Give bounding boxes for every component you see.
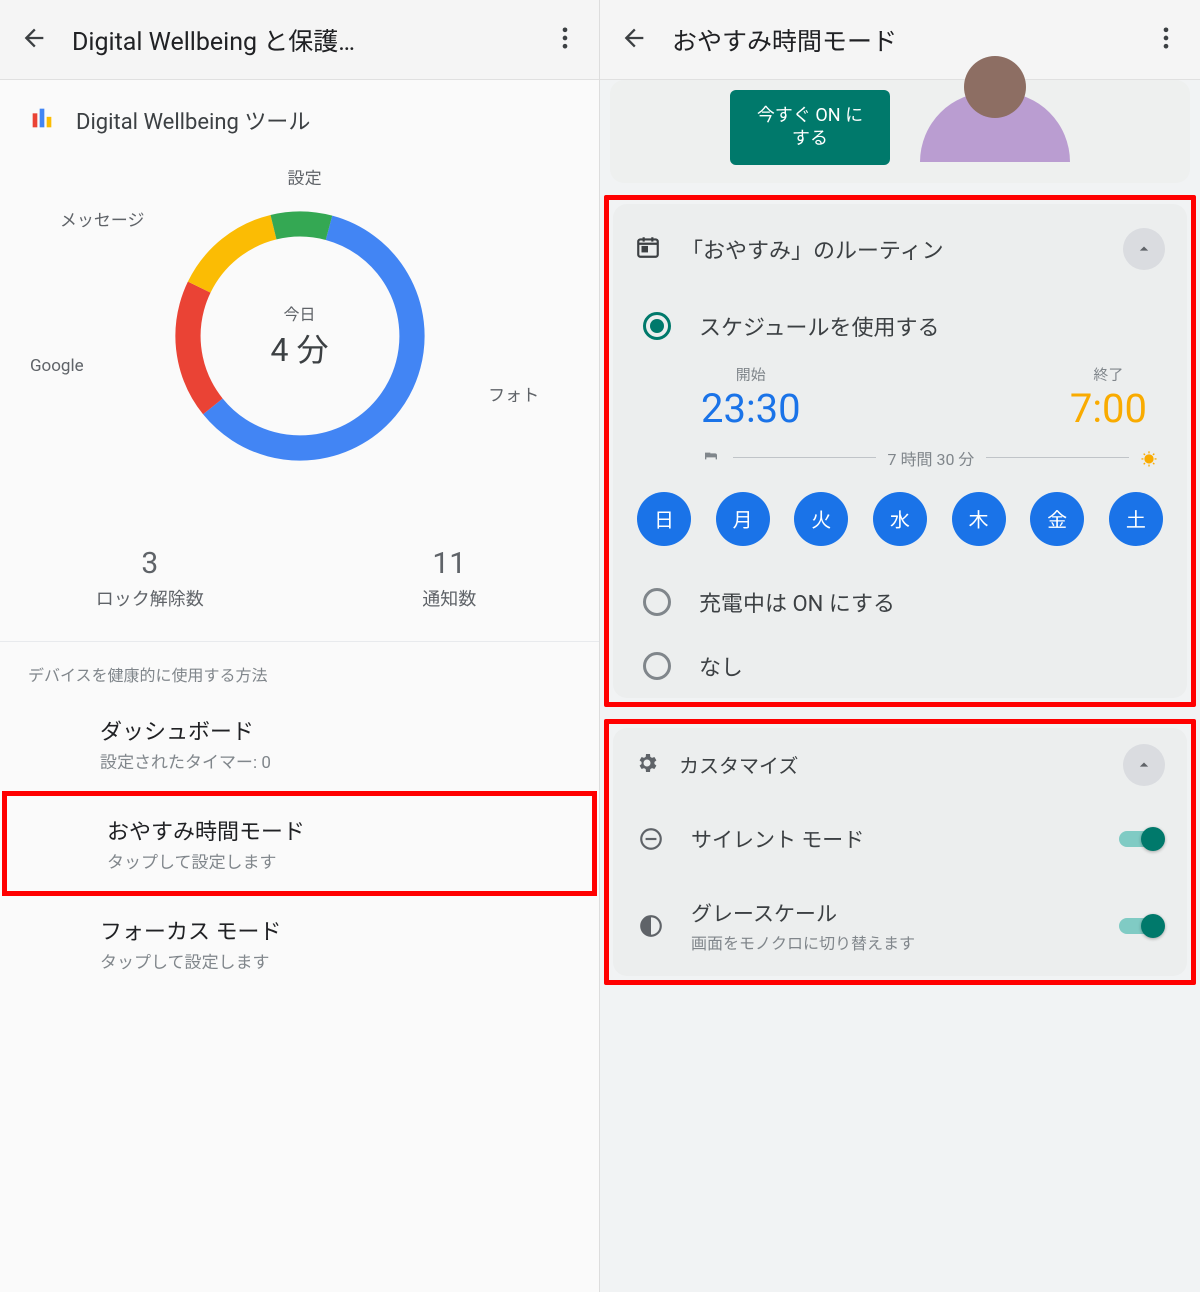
start-value: 23:30 [701, 385, 801, 432]
stat-unlocks[interactable]: 3 ロック解除数 [0, 546, 300, 611]
day-chip[interactable]: 日 [637, 492, 691, 546]
day-chip[interactable]: 火 [794, 492, 848, 546]
gear-icon [635, 751, 659, 779]
silent-toggle[interactable] [1119, 826, 1165, 852]
more-icon[interactable] [1152, 24, 1180, 56]
duration-row: 7 時間 30 分 ☀ [613, 438, 1187, 484]
row-grayscale[interactable]: グレースケール 画面をモノクロに切り替えます [613, 876, 1187, 976]
chevron-up-icon[interactable] [1123, 228, 1165, 270]
stat-notifications[interactable]: 11 通知数 [300, 546, 600, 611]
time-row: 開始 23:30 終了 7:00 [613, 358, 1187, 438]
calendar-icon [635, 234, 661, 264]
donut-time: 4 分 [271, 325, 329, 371]
unlocks-count: 3 [0, 546, 300, 581]
item-dashboard[interactable]: ダッシュボード 設定されたタイマー: 0 [0, 696, 599, 791]
unlocks-label: ロック解除数 [0, 585, 300, 611]
row-silent-mode[interactable]: サイレント モード [613, 802, 1187, 876]
turn-on-button[interactable]: 今すぐ ON に する [730, 90, 890, 165]
radio-icon-checked [643, 312, 671, 340]
notif-count: 11 [300, 546, 600, 581]
dashboard-sub: 設定されたタイマー: 0 [100, 748, 571, 773]
bedtime-title: おやすみ時間モード [107, 814, 564, 846]
radio-charging[interactable]: 充電中は ON にする [613, 570, 1187, 634]
highlight-customize: カスタマイズ サイレント モード [604, 719, 1196, 985]
radio-icon [643, 652, 671, 680]
item-bedtime-mode[interactable]: おやすみ時間モード タップして設定します [7, 796, 592, 891]
day-chip[interactable]: 金 [1030, 492, 1084, 546]
focus-sub: タップして設定します [100, 948, 571, 973]
tools-header: Digital Wellbeing ツール [0, 80, 599, 146]
duration-text: 7 時間 30 分 [888, 446, 975, 470]
chevron-up-icon[interactable] [1123, 744, 1165, 786]
highlight-bedtime: おやすみ時間モード タップして設定します [2, 791, 597, 896]
bedtime-sub: タップして設定します [107, 848, 564, 873]
do-not-disturb-icon [635, 826, 667, 852]
donut-label-messages: メッセージ [60, 206, 145, 231]
notif-label: 通知数 [300, 585, 600, 611]
none-label: なし [699, 650, 743, 682]
back-icon[interactable] [620, 24, 648, 56]
donut-label-photos: フォト [488, 381, 539, 406]
highlight-routine: 「おやすみ」のルーティン スケジュールを使用する 開始 23:30 終了 7:0… [604, 195, 1196, 707]
grayscale-title: グレースケール [691, 898, 1095, 928]
grayscale-toggle[interactable] [1119, 913, 1165, 939]
focus-title: フォーカス モード [100, 914, 571, 946]
donut-center: 今日 4 分 [271, 301, 329, 371]
end-time[interactable]: 終了 7:00 [1070, 364, 1147, 432]
day-chip[interactable]: 月 [716, 492, 770, 546]
appbar: おやすみ時間モード [600, 0, 1200, 80]
on-btn-line2: する [792, 128, 828, 149]
wellbeing-screen: Digital Wellbeing と保護… Digital Wellbeing… [0, 0, 600, 1292]
tools-label: Digital Wellbeing ツール [76, 104, 310, 136]
start-label: 開始 [701, 364, 801, 385]
contrast-icon [635, 913, 667, 939]
routine-label: 「おやすみ」のルーティン [681, 233, 1103, 265]
silent-title: サイレント モード [691, 824, 1095, 854]
page-title: おやすみ時間モード [672, 22, 1128, 58]
sun-icon: ☀ [1141, 446, 1157, 470]
back-icon[interactable] [20, 24, 48, 56]
grayscale-sub: 画面をモノクロに切り替えます [691, 930, 1095, 954]
radio-schedule[interactable]: スケジュールを使用する [613, 294, 1187, 358]
appbar: Digital Wellbeing と保護… [0, 0, 599, 80]
routine-card: 「おやすみ」のルーティン スケジュールを使用する 開始 23:30 終了 7:0… [613, 204, 1187, 698]
routine-header[interactable]: 「おやすみ」のルーティン [613, 204, 1187, 294]
bar-chart-icon [28, 104, 56, 136]
more-icon[interactable] [551, 24, 579, 56]
end-label: 終了 [1070, 364, 1147, 385]
radio-none[interactable]: なし [613, 634, 1187, 698]
usage-donut[interactable]: 今日 4 分 設定 メッセージ Google フォト [0, 146, 599, 526]
customize-card: カスタマイズ サイレント モード [613, 728, 1187, 976]
dashboard-title: ダッシュボード [100, 714, 571, 746]
day-chip[interactable]: 土 [1109, 492, 1163, 546]
end-value: 7:00 [1070, 385, 1147, 432]
donut-label-google: Google [30, 356, 84, 376]
day-chip[interactable]: 水 [873, 492, 927, 546]
item-focus-mode[interactable]: フォーカス モード タップして設定します [0, 896, 599, 991]
customize-header[interactable]: カスタマイズ [613, 728, 1187, 802]
on-btn-line1: 今すぐ ON に [757, 105, 863, 126]
radio-icon [643, 588, 671, 616]
stats-row: 3 ロック解除数 11 通知数 [0, 526, 599, 641]
usage-section-title: デバイスを健康的に使用する方法 [0, 641, 599, 696]
day-chip[interactable]: 木 [952, 492, 1006, 546]
promo-card: 今すぐ ON に する [610, 80, 1190, 183]
start-time[interactable]: 開始 23:30 [701, 364, 801, 432]
avatar-illustration [920, 92, 1070, 162]
charging-label: 充電中は ON にする [699, 586, 895, 618]
donut-label-settings: 設定 [288, 164, 322, 189]
customize-label: カスタマイズ [679, 750, 1103, 779]
bedtime-screen: おやすみ時間モード 今すぐ ON に する 「おやすみ」のルーティン [600, 0, 1200, 1292]
donut-date: 今日 [271, 301, 329, 325]
schedule-label: スケジュールを使用する [699, 310, 939, 342]
page-title: Digital Wellbeing と保護… [72, 22, 527, 58]
bed-icon [701, 448, 721, 468]
days-row: 日 月 火 水 木 金 土 [613, 484, 1187, 570]
